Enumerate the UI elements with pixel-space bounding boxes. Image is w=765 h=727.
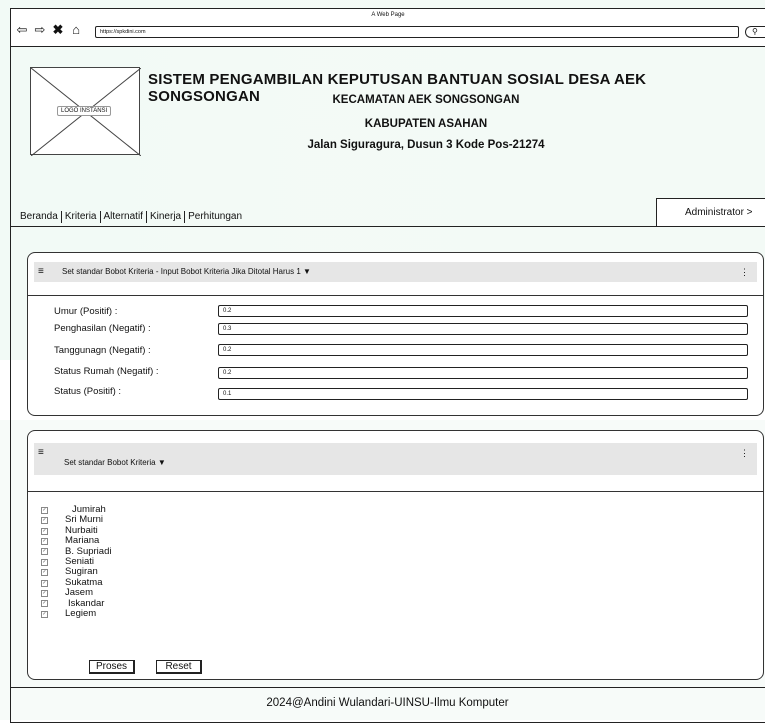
nav-buttons: ⇦ ⇨ ✖ ⌂: [15, 23, 83, 36]
subtitle-address: Jalan Siguragura, Dusun 3 Kode Pos-21274: [307, 139, 545, 151]
panel-header: ≡ Set standar Bobot Kriteria - Input Bob…: [34, 262, 757, 282]
panel-title-dropdown[interactable]: Set standar Bobot Kriteria ▼: [64, 447, 166, 479]
panel-divider: [28, 491, 763, 492]
logo-placeholder: LOGO INSTANSI: [30, 67, 141, 156]
checkbox-icon[interactable]: ✓: [41, 579, 48, 587]
checkbox-icon[interactable]: ✓: [41, 527, 48, 535]
admin-menu-button[interactable]: Administrator >: [656, 198, 765, 226]
subtitle-kabupaten: KABUPATEN ASAHAN: [364, 118, 488, 130]
recipient-selection-panel: ≡ Set standar Bobot Kriteria ▼ ⋮ ✓ Jumira…: [27, 430, 764, 680]
menu-item-alternatif[interactable]: Alternatif: [101, 211, 147, 223]
checkbox-icon[interactable]: ✓: [41, 558, 48, 566]
checkbox-icon[interactable]: ✓: [41, 517, 48, 525]
checkbox-icon[interactable]: ✓: [41, 506, 48, 514]
window-title: A Web Page: [371, 12, 405, 18]
panel-header: ≡ Set standar Bobot Kriteria ▼ ⋮: [34, 443, 757, 475]
list-item-label: Legiem: [65, 608, 97, 620]
weight-input-panel: ≡ Set standar Bobot Kriteria - Input Bob…: [27, 252, 764, 416]
field-label-penghasilan: Penghasilan (Negatif) :: [54, 323, 151, 334]
status-input[interactable]: 0.1: [218, 388, 748, 400]
url-bar[interactable]: https://spkdini.com: [95, 26, 739, 38]
search-icon[interactable]: ⚲: [745, 26, 765, 38]
menu-divider: [10, 226, 765, 227]
checkbox-icon[interactable]: ✓: [41, 548, 48, 556]
field-label-umur: Umur (Positif) :: [54, 306, 118, 317]
home-icon[interactable]: ⌂: [69, 23, 83, 36]
umur-input[interactable]: 0.2: [218, 305, 748, 317]
menu-item-perhitungan[interactable]: Perhitungan: [185, 211, 245, 223]
panel-title: Set standar Bobot Kriteria - Input Bobot…: [62, 267, 301, 276]
kebab-menu-icon[interactable]: ⋮: [740, 437, 749, 469]
subtitle-kecamatan: KECAMATAN AEK SONGSONGAN: [332, 94, 520, 106]
checkbox-icon[interactable]: ✓: [41, 600, 48, 608]
panel-divider: [28, 295, 763, 296]
recipient-checklist: ✓ Jumirah ✓ Sri Murni ✓ Nurbaiti ✓ Mariana ✓…: [41, 504, 111, 620]
checkbox-icon[interactable]: ✓: [41, 569, 48, 577]
list-item[interactable]: ✓ Legiem: [41, 608, 111, 620]
field-label-tanggungan: Tanggunagn (Negatif) :: [54, 345, 151, 356]
reset-button[interactable]: Reset: [156, 660, 202, 674]
main-menu: Beranda Kriteria Alternatif Kinerja Perh…: [20, 211, 245, 223]
checkbox-icon[interactable]: ✓: [41, 589, 48, 597]
browser-titlebar: A Web Page ⇦ ⇨ ✖ ⌂ https://spkdini.com ⚲: [11, 9, 765, 47]
caret-down-icon: ▼: [303, 267, 311, 276]
kebab-menu-icon[interactable]: ⋮: [740, 262, 749, 282]
checkbox-icon[interactable]: ✓: [41, 610, 48, 618]
footer-text: 2024@Andini Wulandari-UINSU-Ilmu Kompute…: [266, 697, 509, 709]
field-label-status: Status (Positif) :: [54, 386, 122, 397]
penghasilan-input[interactable]: 0.3: [218, 323, 748, 335]
hamburger-menu-icon[interactable]: ≡: [38, 437, 44, 469]
field-label-status-rumah: Status Rumah (Negatif) :: [54, 366, 159, 377]
panel-title-dropdown[interactable]: Set standar Bobot Kriteria - Input Bobot…: [62, 262, 311, 282]
close-icon[interactable]: ✖: [51, 23, 65, 36]
panel-title: Set standar Bobot Kriteria: [64, 458, 156, 467]
tanggungan-input[interactable]: 0.2: [218, 344, 748, 356]
menu-item-beranda[interactable]: Beranda: [20, 211, 62, 223]
menu-item-kinerja[interactable]: Kinerja: [147, 211, 186, 223]
footer-divider: [10, 687, 765, 688]
forward-arrow-icon[interactable]: ⇨: [33, 23, 47, 36]
hamburger-menu-icon[interactable]: ≡: [38, 262, 44, 282]
proses-button[interactable]: Proses: [89, 660, 135, 674]
back-arrow-icon[interactable]: ⇦: [15, 23, 29, 36]
caret-down-icon: ▼: [157, 458, 166, 467]
logo-label: LOGO INSTANSI: [57, 106, 112, 116]
checkbox-icon[interactable]: ✓: [41, 537, 48, 545]
menu-item-kriteria[interactable]: Kriteria: [62, 211, 101, 223]
status-rumah-input[interactable]: 0.2: [218, 367, 748, 379]
